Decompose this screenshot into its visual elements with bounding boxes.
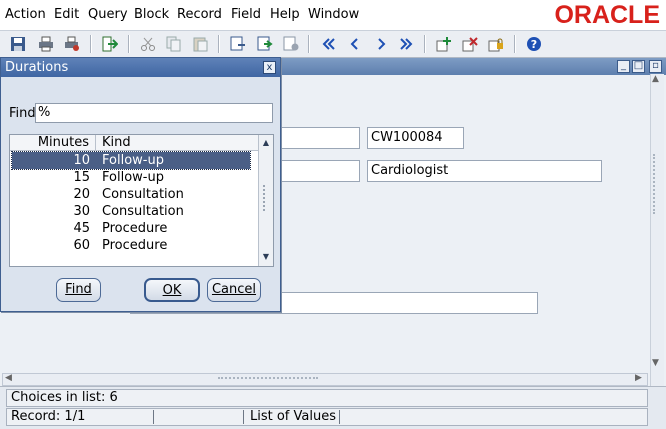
row-minutes: 15	[73, 170, 90, 185]
menu-bar: Action Edit Query Block Record Field Hel…	[0, 0, 666, 30]
status-message: Choices in list: 6	[6, 389, 648, 407]
lock-record-icon[interactable]	[487, 35, 505, 53]
scroll-right-arrow-icon[interactable]: ▶	[635, 373, 642, 383]
status-line-2: Record: 1/1 List of Values	[6, 408, 648, 426]
table-row[interactable]: 30 Consultation	[12, 203, 250, 220]
copy-icon[interactable]	[165, 35, 183, 53]
enter-query-icon[interactable]	[229, 35, 247, 53]
menu-edit[interactable]: Edit	[54, 7, 79, 22]
scroll-up-arrow-icon[interactable]: ▲	[260, 137, 272, 149]
minimize-icon[interactable]: _	[617, 60, 630, 73]
menu-action[interactable]: Action	[5, 7, 46, 22]
oracle-logo: ORACLE	[554, 1, 660, 29]
table-row[interactable]: 60 Procedure	[12, 237, 250, 254]
status-separator	[339, 410, 340, 424]
lov-title: Durations	[5, 60, 69, 75]
row-minutes: 30	[73, 204, 90, 219]
scroll-down-arrow-icon[interactable]: ▼	[652, 358, 659, 368]
toolbar-separator	[424, 35, 426, 53]
menu-record[interactable]: Record	[177, 7, 222, 22]
column-header-minutes[interactable]: Minutes	[10, 135, 96, 151]
menu-block[interactable]: Block	[134, 7, 169, 22]
row-kind: Follow-up	[102, 153, 164, 168]
row-minutes: 10	[73, 153, 90, 168]
table-row[interactable]: 45 Procedure	[12, 220, 250, 237]
first-record-icon[interactable]	[320, 35, 338, 53]
grid-header: Minutes Kind	[10, 135, 259, 151]
exit-icon[interactable]	[101, 35, 119, 53]
form-field-hidden-part-2[interactable]	[280, 160, 360, 182]
form-field-hidden-part[interactable]	[280, 127, 360, 149]
restore-icon[interactable]: ▫	[649, 60, 662, 73]
find-button[interactable]: Find	[56, 278, 101, 302]
status-separator	[153, 410, 154, 424]
print-icon[interactable]	[37, 35, 55, 53]
find-button-label: Find	[65, 282, 92, 297]
toolbar: ?	[0, 30, 666, 58]
grid-vertical-scrollbar[interactable]: ▲ ▼	[258, 135, 273, 266]
toolbar-separator	[90, 35, 92, 53]
execute-query-icon[interactable]	[256, 35, 274, 53]
save-icon[interactable]	[9, 35, 27, 53]
row-kind: Consultation	[102, 204, 184, 219]
toolbar-separator	[128, 35, 130, 53]
next-record-icon[interactable]	[372, 35, 390, 53]
cut-icon[interactable]	[139, 35, 157, 53]
row-minutes: 45	[73, 221, 90, 236]
scroll-up-arrow-icon[interactable]: ▲	[652, 74, 659, 84]
help-icon[interactable]: ?	[525, 35, 543, 53]
menu-window[interactable]: Window	[308, 7, 359, 22]
grid-scroll-thumb[interactable]	[263, 185, 269, 211]
row-kind: Procedure	[102, 238, 168, 253]
paste-icon[interactable]	[191, 35, 209, 53]
scroll-thumb[interactable]	[653, 154, 662, 214]
code-field[interactable]: CW100084	[367, 127, 464, 149]
insert-record-icon[interactable]	[435, 35, 453, 53]
cancel-button[interactable]: Cancel	[207, 278, 261, 302]
row-minutes: 60	[73, 238, 90, 253]
ok-button[interactable]: OK	[144, 278, 200, 302]
toolbar-separator	[218, 35, 220, 53]
previous-record-icon[interactable]	[346, 35, 364, 53]
record-counter: Record: 1/1	[11, 409, 86, 424]
lov-results-grid: Minutes Kind 10 Follow-up 15 Follow-up 2…	[9, 134, 274, 267]
form-horizontal-scrollbar[interactable]: ◀ ▶	[2, 373, 648, 386]
row-kind: Consultation	[102, 187, 184, 202]
status-bar: Choices in list: 6 Record: 1/1 List of V…	[0, 386, 666, 429]
hscroll-thumb[interactable]	[218, 377, 318, 381]
lov-title-bar[interactable]: Durations x	[1, 58, 280, 77]
scroll-left-arrow-icon[interactable]: ◀	[5, 373, 12, 383]
find-input[interactable]: %	[35, 103, 273, 123]
svg-text:?: ?	[531, 38, 537, 51]
menu-query[interactable]: Query	[88, 7, 128, 22]
cancel-button-label: Cancel	[211, 282, 257, 297]
find-label: Find	[9, 106, 36, 121]
menu-help[interactable]: Help	[270, 7, 300, 22]
last-record-icon[interactable]	[397, 35, 415, 53]
toolbar-separator	[308, 35, 310, 53]
row-kind: Procedure	[102, 221, 168, 236]
table-row[interactable]: 10 Follow-up	[11, 151, 251, 170]
cancel-query-icon[interactable]	[282, 35, 300, 53]
close-icon[interactable]: x	[263, 61, 276, 74]
menu-field[interactable]: Field	[231, 7, 261, 22]
print-setup-icon[interactable]	[63, 35, 81, 53]
table-row[interactable]: 15 Follow-up	[12, 169, 250, 186]
row-kind: Follow-up	[102, 170, 164, 185]
lov-dialog: Durations x Find % Minutes Kind 10 Follo…	[0, 57, 281, 312]
status-separator	[243, 410, 244, 424]
ok-button-label: OK	[162, 283, 182, 298]
column-header-kind[interactable]: Kind	[102, 135, 131, 150]
table-row[interactable]: 20 Consultation	[12, 186, 250, 203]
form-vertical-scrollbar[interactable]: ▲ ▼	[650, 74, 664, 392]
maximize-icon[interactable]: □	[632, 60, 645, 73]
row-minutes: 20	[73, 187, 90, 202]
specialty-field[interactable]: Cardiologist	[367, 160, 602, 182]
toolbar-separator	[514, 35, 516, 53]
scroll-down-arrow-icon[interactable]: ▼	[260, 251, 272, 263]
delete-record-icon[interactable]	[461, 35, 479, 53]
status-mode: List of Values	[250, 409, 336, 424]
